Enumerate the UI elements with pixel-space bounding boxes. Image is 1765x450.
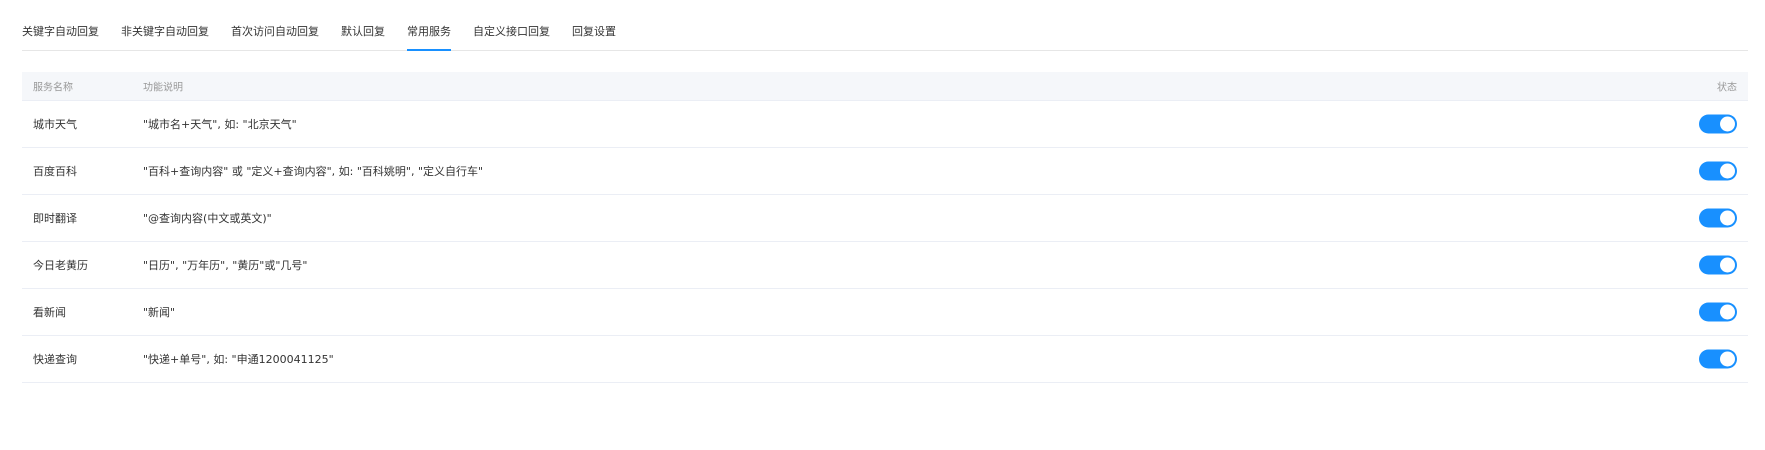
header-description: 功能说明 bbox=[143, 82, 183, 94]
table-row: 今日老黄历 "日历", "万年历", "黄历"或"几号" bbox=[22, 242, 1748, 289]
service-description: "城市名+天气", 如: "北京天气" bbox=[143, 118, 297, 131]
services-table: 服务名称 功能说明 状态 城市天气 "城市名+天气", 如: "北京天气" 百度… bbox=[22, 72, 1748, 383]
toggle-knob bbox=[1720, 257, 1735, 273]
service-description: "新闻" bbox=[143, 306, 176, 319]
table-row: 城市天气 "城市名+天气", 如: "北京天气" bbox=[22, 101, 1748, 148]
service-name: 百度百科 bbox=[33, 165, 77, 178]
toggle-knob bbox=[1720, 210, 1735, 226]
tab-first-visit-auto-reply[interactable]: 首次访问自动回复 bbox=[231, 0, 319, 50]
status-toggle[interactable] bbox=[1699, 302, 1737, 322]
service-name: 看新闻 bbox=[33, 306, 66, 319]
service-name: 今日老黄历 bbox=[33, 259, 88, 272]
tab-common-services[interactable]: 常用服务 bbox=[407, 0, 451, 51]
service-name: 快递查询 bbox=[33, 353, 77, 366]
status-toggle[interactable] bbox=[1699, 114, 1737, 134]
tab-default-reply[interactable]: 默认回复 bbox=[341, 0, 385, 50]
toggle-knob bbox=[1720, 163, 1735, 179]
status-toggle[interactable] bbox=[1699, 208, 1737, 228]
status-toggle[interactable] bbox=[1699, 349, 1737, 369]
header-service-name: 服务名称 bbox=[33, 82, 73, 94]
service-description: "@查询内容(中文或英文)" bbox=[143, 212, 272, 225]
service-description: "快递+单号", 如: "申通1200041125" bbox=[143, 353, 334, 366]
tab-non-keyword-auto-reply[interactable]: 非关键字自动回复 bbox=[121, 0, 209, 50]
table-row: 即时翻译 "@查询内容(中文或英文)" bbox=[22, 195, 1748, 242]
service-name: 即时翻译 bbox=[33, 212, 77, 225]
service-name: 城市天气 bbox=[33, 118, 77, 131]
status-toggle[interactable] bbox=[1699, 255, 1737, 275]
toggle-knob bbox=[1720, 116, 1735, 132]
tab-bar: 关键字自动回复 非关键字自动回复 首次访问自动回复 默认回复 常用服务 自定义接… bbox=[22, 0, 1748, 51]
table-header: 服务名称 功能说明 状态 bbox=[22, 72, 1748, 101]
service-description: "百科+查询内容" 或 "定义+查询内容", 如: "百科姚明", "定义自行车… bbox=[143, 165, 484, 178]
table-row: 快递查询 "快递+单号", 如: "申通1200041125" bbox=[22, 336, 1748, 383]
table-row: 百度百科 "百科+查询内容" 或 "定义+查询内容", 如: "百科姚明", "… bbox=[22, 148, 1748, 195]
toggle-knob bbox=[1720, 351, 1735, 367]
tab-keyword-auto-reply[interactable]: 关键字自动回复 bbox=[22, 0, 99, 50]
toggle-knob bbox=[1720, 304, 1735, 320]
tab-reply-settings[interactable]: 回复设置 bbox=[572, 0, 616, 50]
tab-custom-api-reply[interactable]: 自定义接口回复 bbox=[473, 0, 550, 50]
status-toggle[interactable] bbox=[1699, 161, 1737, 181]
header-status: 状态 bbox=[1717, 82, 1737, 94]
service-description: "日历", "万年历", "黄历"或"几号" bbox=[143, 259, 308, 272]
table-row: 看新闻 "新闻" bbox=[22, 289, 1748, 336]
